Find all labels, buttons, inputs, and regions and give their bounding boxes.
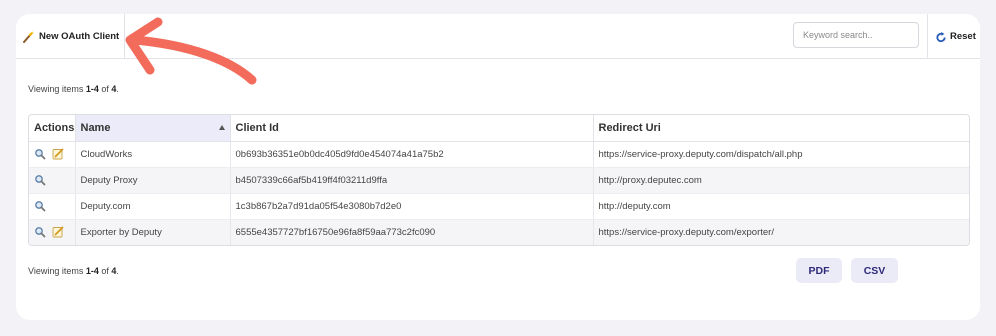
oauth-clients-table: Actions Name Client Id Redirect Uri Clou… <box>28 114 970 246</box>
table-row: Deputy Proxy b4507339c66af5b419ff4f03211… <box>29 167 969 194</box>
magic-wand-icon <box>22 31 34 43</box>
cell-redirect-uri: https://service-proxy.deputy.com/dispatc… <box>593 141 969 168</box>
new-oauth-client-label: New OAuth Client <box>39 31 120 42</box>
export-pdf-button[interactable]: PDF <box>796 258 842 283</box>
reset-label: Reset <box>950 31 976 42</box>
keyword-search-input[interactable] <box>793 22 919 48</box>
cell-client-id: 1c3b867b2a7d91da05f54e3080b7d2e0 <box>230 193 594 220</box>
cell-redirect-uri: http://deputy.com <box>593 193 969 220</box>
cell-name: CloudWorks <box>75 141 231 168</box>
table-row: CloudWorks 0b693b36351e0b0dc405d9fd0e454… <box>29 141 969 168</box>
cell-redirect-uri: http://proxy.deputec.com <box>593 167 969 194</box>
view-icon[interactable] <box>34 226 46 238</box>
column-header-name-label: Name <box>80 121 111 134</box>
toolbar: New OAuth Client Reset <box>16 14 980 59</box>
cell-client-id: b4507339c66af5b419ff4f03211d9ffa <box>230 167 594 194</box>
export-csv-button[interactable]: CSV <box>851 258 898 283</box>
table-row: Exporter by Deputy 6555e4357727bf16750e9… <box>29 219 969 245</box>
cell-redirect-uri: https://service-proxy.deputy.com/exporte… <box>593 219 969 245</box>
edit-icon[interactable] <box>52 148 64 160</box>
cell-name: Exporter by Deputy <box>75 219 231 245</box>
pagination-summary-top: Viewing items 1-4 of 4. <box>28 84 119 94</box>
edit-icon[interactable] <box>52 226 64 238</box>
sort-ascending-icon <box>218 125 225 130</box>
column-header-actions: Actions <box>29 115 76 142</box>
view-icon[interactable] <box>34 200 46 212</box>
cell-name: Deputy.com <box>75 193 231 220</box>
cell-client-id: 0b693b36351e0b0dc405d9fd0e454074a41a75b2 <box>230 141 594 168</box>
view-icon[interactable] <box>34 148 46 160</box>
new-oauth-client-button[interactable]: New OAuth Client <box>16 14 125 59</box>
pagination-summary-bottom: Viewing items 1-4 of 4. <box>28 266 119 276</box>
column-header-client-id[interactable]: Client Id <box>230 115 594 142</box>
table-row: Deputy.com 1c3b867b2a7d91da05f54e3080b7d… <box>29 193 969 220</box>
refresh-icon <box>935 31 947 43</box>
oauth-clients-panel: New OAuth Client Reset Viewing items 1-4… <box>16 14 980 320</box>
table-header-row: Actions Name Client Id Redirect Uri <box>29 115 969 142</box>
cell-name: Deputy Proxy <box>75 167 231 194</box>
view-icon[interactable] <box>34 174 46 186</box>
cell-client-id: 6555e4357727bf16750e96fa8f59aa773c2fc090 <box>230 219 594 245</box>
column-header-name[interactable]: Name <box>75 115 231 142</box>
column-header-redirect-uri[interactable]: Redirect Uri <box>593 115 969 142</box>
reset-button[interactable]: Reset <box>927 14 980 59</box>
